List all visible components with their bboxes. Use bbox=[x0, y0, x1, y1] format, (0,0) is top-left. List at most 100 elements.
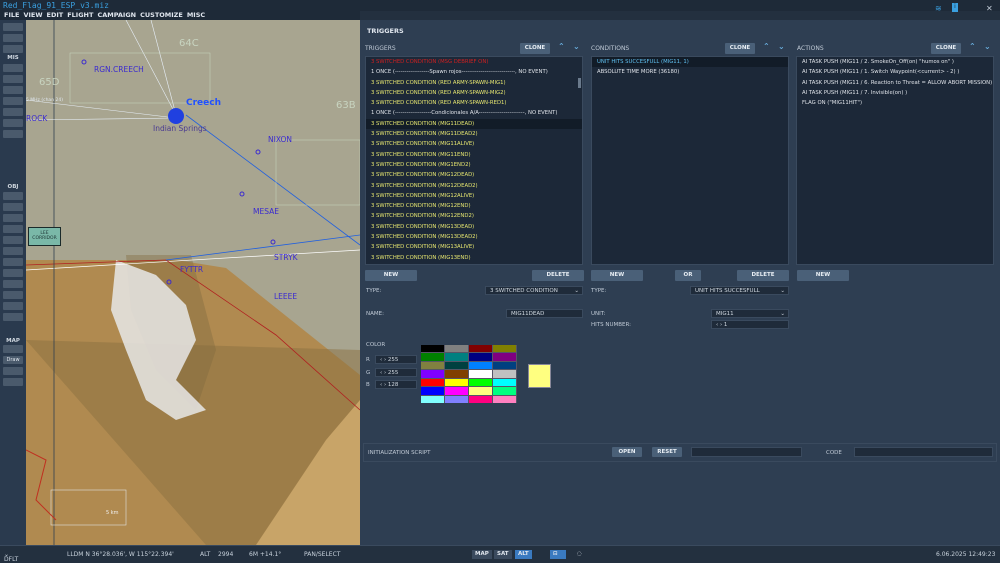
ruler-icon[interactable]: ⊟ bbox=[550, 550, 566, 559]
palette-color[interactable] bbox=[445, 345, 468, 353]
map-label[interactable]: Indian Springs bbox=[153, 124, 207, 133]
list-item[interactable]: FLAG ON ("MIG11HIT") bbox=[797, 98, 993, 108]
toolbar-tool-button[interactable] bbox=[3, 75, 23, 83]
conditions-list[interactable]: UNIT HITS SUCCESFULL (MIG11, 1) ABSOLUTE … bbox=[591, 56, 789, 265]
list-item[interactable]: 3 SWITCHED CONDITION (MIG13DEAD) bbox=[366, 222, 582, 232]
color-palette[interactable] bbox=[421, 345, 517, 403]
init-script-file-input[interactable] bbox=[691, 447, 802, 457]
list-item[interactable]: 3 SWITCHED CONDITION (MIG11DEAD) bbox=[366, 118, 582, 130]
list-item[interactable]: AI TASK PUSH (MIG11 / 1. Switch Waypoint… bbox=[797, 67, 993, 77]
menu-campaign[interactable]: CAMPAIGN bbox=[97, 11, 136, 19]
list-item[interactable]: 3 SWITCHED CONDITION (MIG12ALIVE) bbox=[366, 191, 582, 201]
palette-color[interactable] bbox=[493, 370, 516, 378]
toolbar-tool-button[interactable] bbox=[3, 108, 23, 116]
r-stepper[interactable]: ‹ › 255 bbox=[375, 355, 417, 364]
toolbar-tool-button[interactable] bbox=[3, 119, 23, 127]
move-up-icon[interactable]: ⌃ bbox=[969, 42, 976, 51]
palette-color[interactable] bbox=[469, 345, 492, 353]
palette-color[interactable] bbox=[445, 378, 468, 387]
palette-color[interactable] bbox=[469, 370, 492, 378]
close-icon[interactable]: ✕ bbox=[986, 4, 993, 13]
menu-view[interactable]: VIEW bbox=[23, 11, 42, 19]
toolbar-tool-button[interactable] bbox=[3, 247, 23, 255]
code-input[interactable] bbox=[854, 447, 993, 457]
toolbar-tool-button[interactable] bbox=[3, 203, 23, 211]
palette-color[interactable] bbox=[469, 387, 492, 395]
toolbar-tool-button[interactable] bbox=[3, 269, 23, 277]
palette-color[interactable] bbox=[445, 370, 468, 378]
toolbar-tool-button[interactable] bbox=[3, 130, 23, 138]
actions-clone-button[interactable]: CLONE bbox=[931, 43, 961, 54]
map-label[interactable]: FYTTR bbox=[180, 265, 203, 274]
move-down-icon[interactable]: ⌄ bbox=[984, 42, 991, 51]
list-item[interactable]: 3 SWITCHED CONDITION (MIG11DEAD2) bbox=[366, 129, 582, 139]
palette-color[interactable] bbox=[469, 353, 492, 361]
map-label[interactable]: NIXON bbox=[268, 135, 292, 144]
hits-number-stepper[interactable]: ‹ › 1 bbox=[711, 320, 789, 329]
move-up-icon[interactable]: ⌃ bbox=[558, 42, 565, 51]
triggers-clone-button[interactable]: CLONE bbox=[520, 43, 550, 54]
b-stepper[interactable]: ‹ › 128 bbox=[375, 380, 417, 389]
list-item[interactable]: 3 SWITCHED CONDITION (RED ARMY-SPAWN-RED… bbox=[366, 98, 582, 108]
palette-color[interactable] bbox=[493, 345, 516, 353]
map-label[interactable]: LEEEE bbox=[274, 292, 297, 301]
palette-color[interactable] bbox=[445, 361, 468, 370]
palette-color[interactable] bbox=[493, 387, 516, 395]
menu-customize[interactable]: CUSTOMIZE bbox=[140, 11, 183, 19]
map-label[interactable]: RGN.CREECH bbox=[94, 65, 144, 74]
list-item[interactable]: 3 SWITCHED CONDITION (MIG13DEAD2) bbox=[366, 232, 582, 242]
conditions-clone-button[interactable]: CLONE bbox=[725, 43, 755, 54]
menu-file[interactable]: FILE bbox=[4, 11, 19, 19]
list-item[interactable]: ABSOLUTE TIME MORE (36180) bbox=[592, 67, 788, 77]
move-up-icon[interactable]: ⌃ bbox=[763, 42, 770, 51]
triggers-list[interactable]: 3 SWITCHED CONDITION (MSG DEBRIEF ON) 1 O… bbox=[365, 56, 583, 265]
sat-view-button[interactable]: SAT bbox=[494, 550, 512, 559]
list-item[interactable]: 3 SWITCHED CONDITION (MIG11ALIVE) bbox=[366, 139, 582, 149]
map-label[interactable]: ROCK bbox=[26, 114, 47, 123]
move-down-icon[interactable]: ⌄ bbox=[573, 42, 580, 51]
move-down-icon[interactable]: ⌄ bbox=[778, 42, 785, 51]
list-item[interactable]: 3 SWITCHED CONDITION (RED ARMY-SPAWN-MIG… bbox=[366, 78, 582, 88]
trigger-delete-button[interactable]: DELETE bbox=[532, 270, 584, 281]
trigger-type-select[interactable]: 3 SWITCHED CONDITION ⌄ bbox=[485, 286, 583, 295]
toolbar-tool-button[interactable] bbox=[3, 45, 23, 53]
toolbar-tool-button[interactable] bbox=[3, 345, 23, 353]
menu-misc[interactable]: MISC bbox=[187, 11, 205, 19]
toolbar-tool-button[interactable] bbox=[3, 192, 23, 200]
list-item[interactable]: 3 SWITCHED CONDITION (MIG12DEAD) bbox=[366, 170, 582, 180]
alt-view-button[interactable]: ALT bbox=[515, 550, 532, 559]
corridor-label[interactable]: LEE CORRIDOR bbox=[28, 227, 61, 246]
map-view-button[interactable]: MAP bbox=[472, 550, 492, 559]
map-view[interactable]: 64C 65D 63B RGN.CREECH ROCK Indian Sprin… bbox=[26, 20, 360, 545]
scrollbar[interactable] bbox=[578, 78, 581, 88]
list-item[interactable]: 1 ONCE (-------------------Condicionales… bbox=[366, 108, 582, 118]
palette-color[interactable] bbox=[445, 353, 468, 361]
toolbar-tool-button[interactable] bbox=[3, 313, 23, 321]
list-item[interactable]: AI TASK PUSH (MIG11 / 7. Invisible(on) ) bbox=[797, 88, 993, 98]
toolbar-tool-button[interactable] bbox=[3, 64, 23, 72]
info-icon[interactable]: i bbox=[952, 3, 958, 12]
palette-color[interactable] bbox=[445, 387, 468, 395]
trigger-name-input[interactable]: MIG11DEAD bbox=[506, 309, 583, 318]
trigger-new-button[interactable]: NEW bbox=[365, 270, 417, 281]
palette-color[interactable] bbox=[421, 361, 444, 370]
palette-color[interactable] bbox=[421, 345, 444, 353]
list-item[interactable]: 3 SWITCHED CONDITION (MIG13ALIVE) bbox=[366, 242, 582, 252]
map-label[interactable]: MESAE bbox=[253, 207, 279, 216]
actions-list[interactable]: AI TASK PUSH (MIG11 / 2. SmokeOn_Off(on)… bbox=[796, 56, 994, 265]
list-item[interactable]: UNIT HITS SUCCESFULL (MIG11, 1) bbox=[592, 57, 788, 68]
palette-color[interactable] bbox=[421, 395, 444, 403]
palette-color[interactable] bbox=[493, 361, 516, 370]
list-item[interactable]: 3 SWITCHED CONDITION (RED ARMY-SPAWN-MIG… bbox=[366, 88, 582, 98]
list-item[interactable]: AI TASK PUSH (MIG11 / 6. Reaction to Thr… bbox=[797, 78, 993, 88]
toolbar-tool-button[interactable] bbox=[3, 214, 23, 222]
list-item[interactable]: 3 SWITCHED CONDITION (MIG11END) bbox=[366, 150, 582, 160]
toolbar-tool-button[interactable] bbox=[3, 258, 23, 266]
toolbar-tool-button[interactable] bbox=[3, 236, 23, 244]
reset-button[interactable]: RESET bbox=[652, 447, 682, 457]
list-item[interactable]: 3 SWITCHED CONDITION (MSG DEBRIEF ON) bbox=[366, 57, 582, 67]
palette-color[interactable] bbox=[445, 395, 468, 403]
profile-select[interactable]: DFLT ⌄ bbox=[4, 551, 18, 563]
menu-edit[interactable]: EDIT bbox=[47, 11, 64, 19]
list-item[interactable]: 1 ONCE (------------------Spawn rojos---… bbox=[366, 67, 582, 77]
